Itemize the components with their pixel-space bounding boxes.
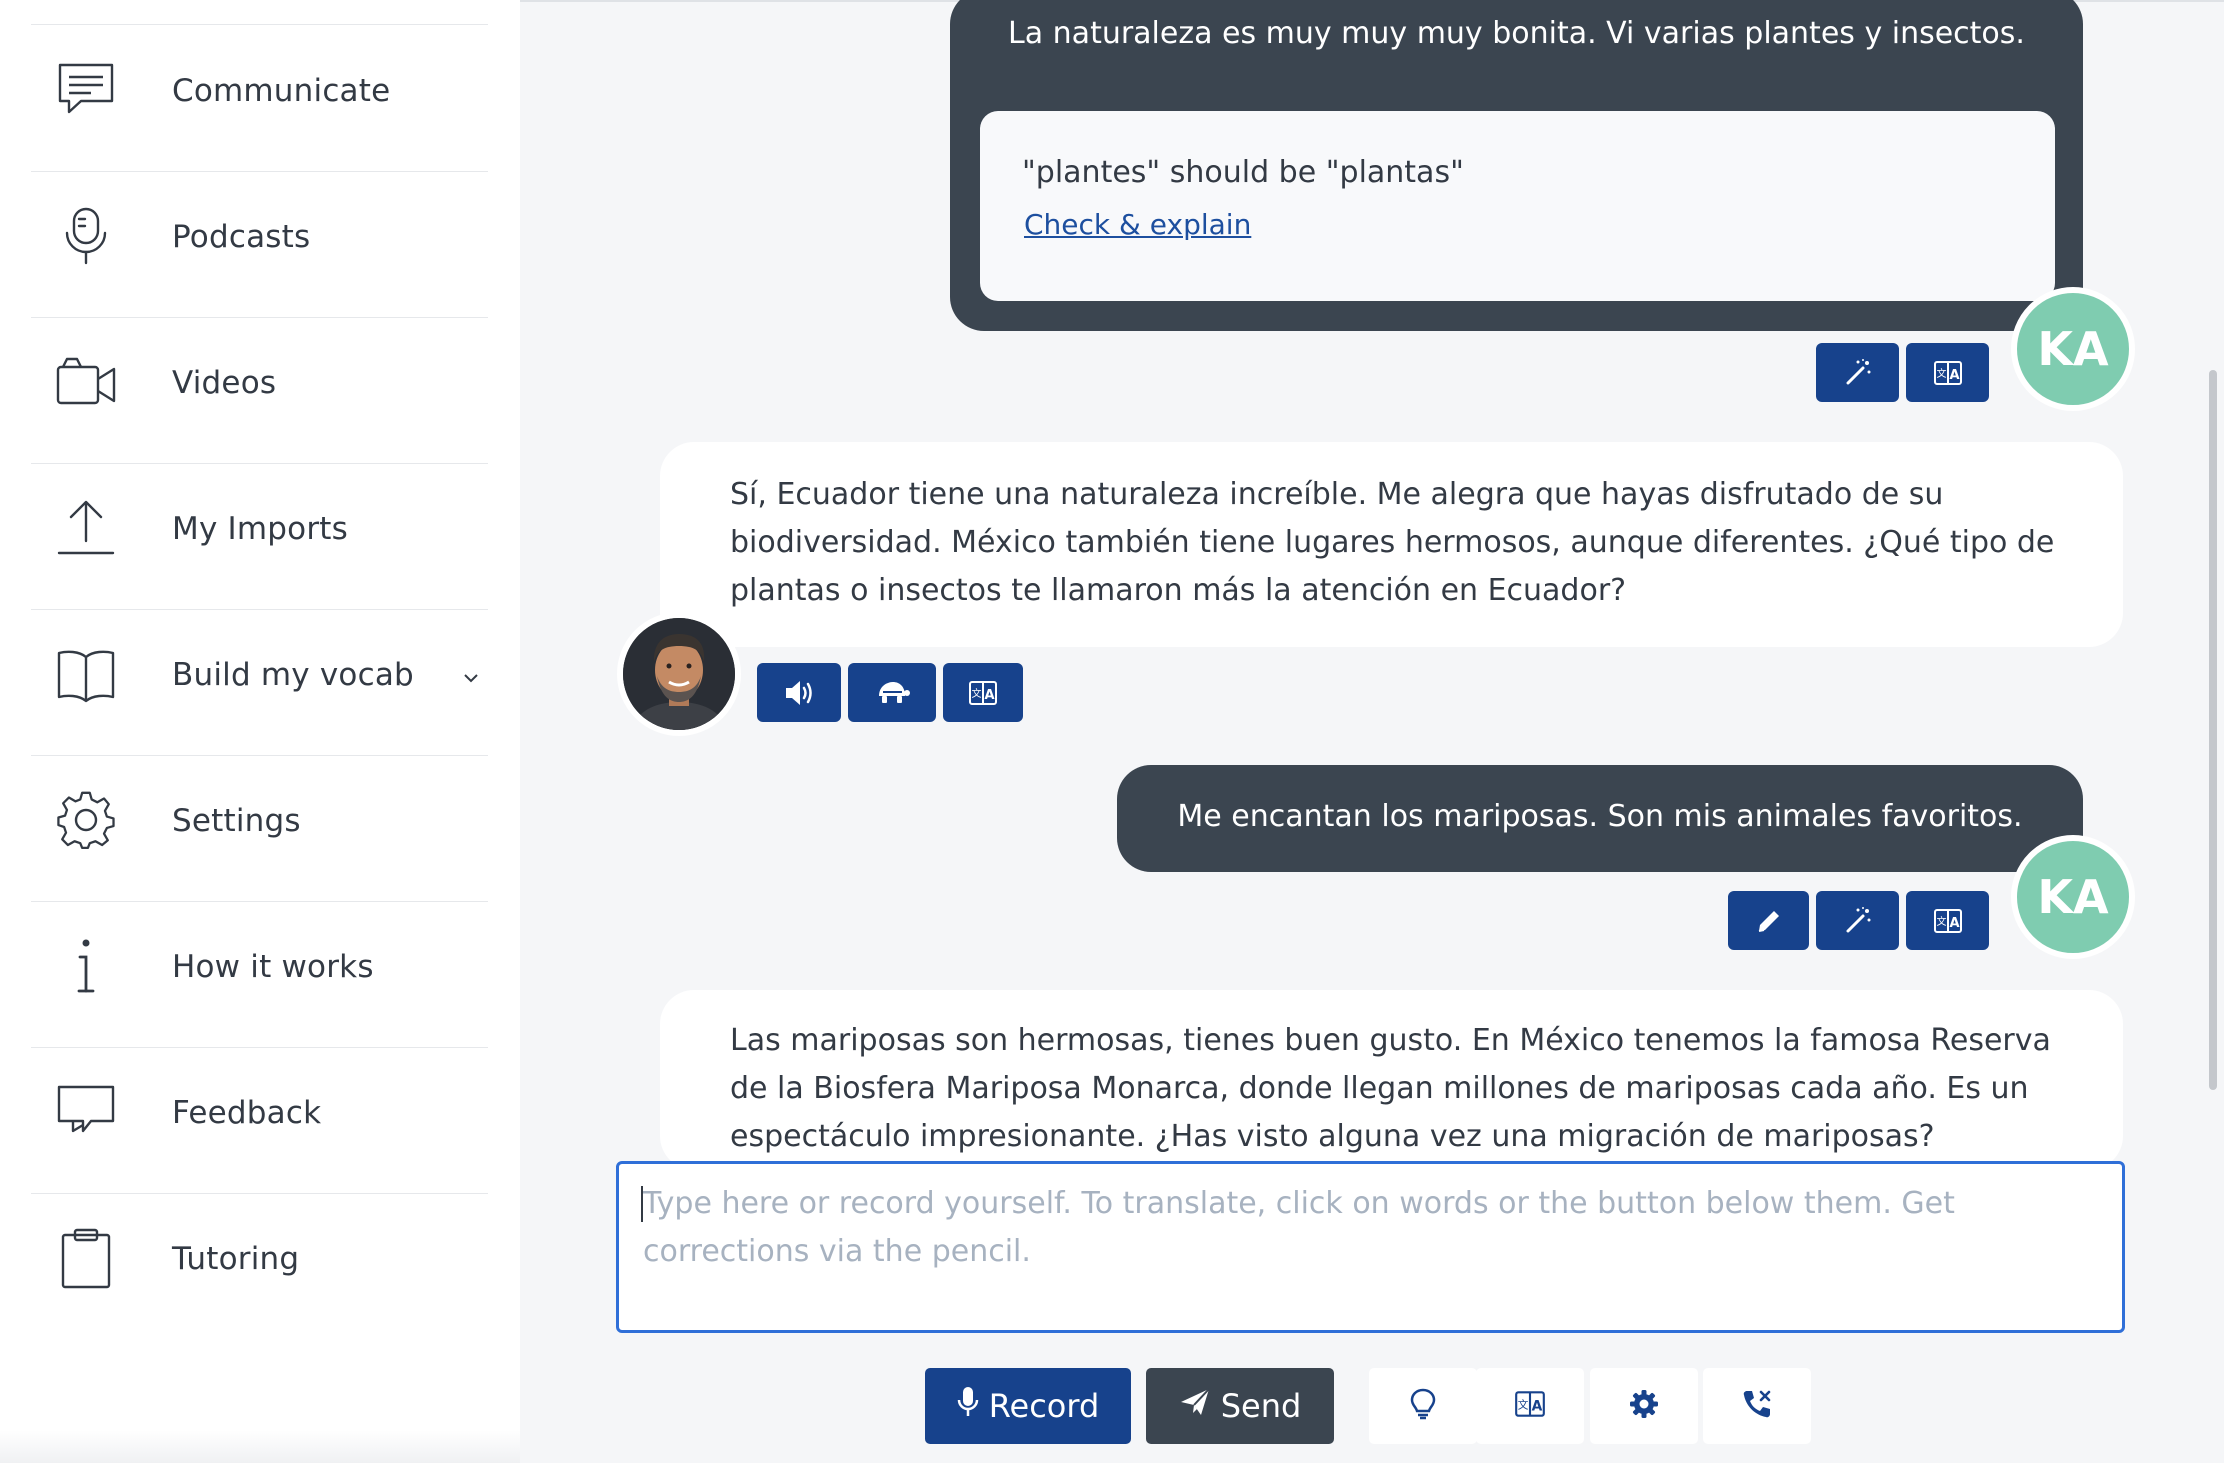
chat-icon (55, 59, 117, 121)
svg-text:文: 文 (1936, 367, 1946, 380)
tutor-message-text[interactable]: Las mariposas son hermosas, tienes buen … (730, 1017, 2090, 1161)
translate-button[interactable]: A文 (943, 663, 1023, 722)
play-audio-button[interactable] (757, 663, 841, 722)
user-message-bubble: La naturaleza es muy muy muy bonita. Vi … (950, 0, 2083, 331)
magic-wand-icon (1843, 358, 1873, 388)
svg-text:文: 文 (1936, 915, 1946, 928)
microphone-icon (55, 205, 117, 267)
translate-icon: A文 (967, 677, 999, 709)
user-message-bubble: Me encantan los mariposas. Son mis anima… (1117, 765, 2083, 872)
paper-plane-icon (1179, 1386, 1211, 1426)
sidebar-item-label: My Imports (172, 511, 348, 547)
sidebar-item-build-my-vocab[interactable]: Build my vocab (31, 609, 488, 756)
svg-text:A: A (1949, 916, 1959, 931)
sidebar: Communicate Podcasts Videos My Imports B… (0, 0, 520, 1463)
upload-icon (55, 497, 117, 559)
svg-text:A: A (1532, 1398, 1543, 1414)
pencil-icon (1755, 907, 1783, 935)
sidebar-item-feedback[interactable]: Feedback (31, 1047, 488, 1194)
lightbulb-icon (1410, 1388, 1436, 1424)
translate-icon: A文 (1932, 357, 1964, 389)
gear-icon (55, 789, 117, 851)
sidebar-item-podcasts[interactable]: Podcasts (31, 171, 488, 318)
sidebar-item-label: Tutoring (172, 1241, 300, 1277)
improve-button[interactable] (1816, 891, 1899, 950)
send-label: Send (1220, 1387, 1302, 1425)
tutor-message-text[interactable]: Sí, Ecuador tiene una naturaleza increíb… (730, 471, 2080, 615)
user-avatar: KA (2011, 835, 2135, 959)
end-call-button[interactable] (1703, 1368, 1811, 1444)
edit-button[interactable] (1728, 891, 1809, 950)
phone-hangup-icon (1741, 1388, 1773, 1424)
message-input[interactable] (619, 1164, 2122, 1330)
speaker-icon (783, 678, 815, 708)
record-label: Record (988, 1387, 1100, 1425)
check-explain-link[interactable]: Check & explain (1024, 208, 1251, 241)
correction-card: "plantes" should be "plantas" Check & ex… (980, 111, 2055, 301)
user-message-text[interactable]: La naturaleza es muy muy muy bonita. Vi … (950, 16, 2083, 51)
tutor-avatar (617, 612, 741, 736)
sidebar-item-videos[interactable]: Videos (31, 317, 488, 464)
tutor-message-bubble: Sí, Ecuador tiene una naturaleza increíb… (660, 442, 2123, 647)
chevron-down-icon[interactable] (460, 667, 482, 689)
slow-audio-button[interactable] (848, 663, 936, 722)
translate-button[interactable]: A文 (1906, 343, 1989, 402)
translate-icon: A文 (1513, 1387, 1547, 1425)
sidebar-item-label: Communicate (172, 73, 391, 109)
clipboard-icon (55, 1227, 117, 1289)
record-button[interactable]: Record (925, 1368, 1131, 1444)
tutor-message-bubble: Las mariposas son hermosas, tienes buen … (660, 990, 2123, 1170)
text-caret (641, 1186, 643, 1222)
sidebar-item-label: Settings (172, 803, 301, 839)
sidebar-item-communicate[interactable]: Communicate (31, 25, 488, 172)
info-icon (55, 935, 117, 997)
hint-button[interactable] (1369, 1368, 1477, 1444)
send-button[interactable]: Send (1146, 1368, 1334, 1444)
sidebar-item-label: Podcasts (172, 219, 311, 255)
sidebar-item-how-it-works[interactable]: How it works (31, 901, 488, 1048)
gear-icon (1629, 1389, 1659, 1423)
svg-text:文: 文 (1518, 1398, 1529, 1411)
correction-text: "plantes" should be "plantas" (1022, 155, 1464, 190)
improve-button[interactable] (1816, 343, 1899, 402)
scrollbar[interactable] (2209, 370, 2217, 1090)
message-input-box (616, 1161, 2125, 1333)
book-icon (55, 643, 117, 705)
translate-button[interactable]: A文 (1906, 891, 1989, 950)
translate-input-button[interactable]: A文 (1476, 1368, 1584, 1444)
sidebar-item-tutoring[interactable]: Tutoring (31, 1193, 488, 1339)
microphone-icon (957, 1386, 979, 1426)
sidebar-item-label: How it works (172, 949, 374, 985)
chat-settings-button[interactable] (1590, 1368, 1698, 1444)
sidebar-item-my-imports[interactable]: My Imports (31, 463, 488, 610)
user-message-text[interactable]: Me encantan los mariposas. Son mis anima… (1117, 799, 2083, 834)
translate-icon: A文 (1932, 905, 1964, 937)
feedback-icon (55, 1081, 117, 1143)
svg-text:文: 文 (972, 687, 982, 700)
svg-text:A: A (984, 688, 994, 703)
sidebar-item-settings[interactable]: Settings (31, 755, 488, 902)
video-camera-icon (55, 351, 117, 413)
sidebar-item-label: Feedback (172, 1095, 322, 1131)
svg-text:A: A (1949, 368, 1959, 383)
sidebar-item-label: Build my vocab (172, 657, 414, 693)
sidebar-footer (0, 1430, 520, 1463)
user-avatar: KA (2011, 287, 2135, 411)
sidebar-item-label: Videos (172, 365, 277, 401)
turtle-icon (874, 678, 910, 708)
magic-wand-icon (1843, 906, 1873, 936)
